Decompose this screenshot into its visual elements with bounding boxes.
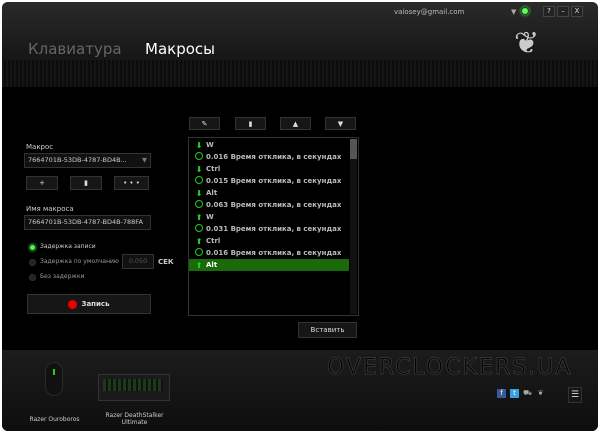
list-item-text: Ctrl xyxy=(206,237,221,245)
list-item-text: 0.016 Время отклика, в секундах xyxy=(206,249,342,257)
radio-no-delay-label: Без задержки xyxy=(40,273,85,280)
list-item[interactable]: 0.031 Время отклика, в секундах xyxy=(189,223,349,235)
radio-default-delay[interactable] xyxy=(29,259,36,266)
radio-record-delay[interactable] xyxy=(29,244,36,251)
key-up-arrow-icon: ⬆ xyxy=(195,236,203,246)
mouse-device-image[interactable] xyxy=(45,362,63,396)
cart-icon[interactable]: ⛟ xyxy=(523,389,532,398)
list-item-text: W xyxy=(206,213,214,221)
clock-icon xyxy=(192,200,206,210)
keyboard-device-image[interactable] xyxy=(98,374,170,401)
list-item[interactable]: 0.063 Время отклика, в секундах xyxy=(189,199,349,211)
delay-input[interactable]: 0.050 xyxy=(122,254,154,269)
delay-unit: СЕК xyxy=(158,258,174,266)
list-item[interactable]: 0.016 Время отклика, в секундах xyxy=(189,247,349,259)
key-down-arrow-icon: ⬇ xyxy=(195,164,203,174)
move-down-button[interactable]: ▼ xyxy=(325,117,356,130)
list-item[interactable]: ⬆ Alt xyxy=(189,259,349,271)
account-email[interactable]: vaiosey@gmail.com xyxy=(394,8,464,16)
macro-name-label: Имя макроса xyxy=(26,205,74,213)
key-down-arrow-icon: ⬇ xyxy=(195,140,203,150)
device-deathstalker-label[interactable]: Razer DeathStalker Ultimate xyxy=(97,412,172,426)
razer-logo-icon: ❦ xyxy=(514,26,540,61)
razer-icon[interactable]: ❦ xyxy=(536,389,545,398)
close-button[interactable]: X xyxy=(571,6,583,17)
list-item[interactable]: ⬆ Ctrl xyxy=(189,235,349,247)
edit-button[interactable]: ✎ xyxy=(189,117,220,130)
scrollbar-thumb[interactable] xyxy=(350,139,357,159)
record-button[interactable]: Запись xyxy=(27,294,151,314)
delete-item-button[interactable]: ▮ xyxy=(235,117,266,130)
macro-select-value: 7664701B-53DB-4787-BD4B... xyxy=(28,156,127,164)
more-options-button[interactable]: • • • xyxy=(114,176,149,190)
list-item-text: 0.016 Время отклика, в секундах xyxy=(206,153,342,161)
macro-select[interactable]: 7664701B-53DB-4787-BD4B... ▼ xyxy=(24,153,151,168)
menu-button[interactable]: ☰ xyxy=(568,387,582,403)
chevron-down-icon: ▼ xyxy=(142,156,147,164)
tab-keyboard[interactable]: Клавиатура xyxy=(28,40,122,58)
radio-default-delay-label: Задержка по умолчанию xyxy=(40,258,119,265)
online-status-icon xyxy=(521,7,529,15)
clock-icon xyxy=(192,248,206,258)
list-item-text: 0.031 Время отклика, в секундах xyxy=(206,225,342,233)
facebook-icon[interactable]: f xyxy=(497,389,506,398)
key-up-arrow-icon: ⬆ xyxy=(195,212,203,222)
macro-panel: Макрос 7664701B-53DB-4787-BD4B... ▼ + ▮ •… xyxy=(2,88,598,350)
clock-icon xyxy=(192,152,206,162)
list-item-text: Alt xyxy=(206,261,218,269)
key-down-arrow-icon: ⬇ xyxy=(195,188,203,198)
minimize-button[interactable]: – xyxy=(557,6,569,17)
list-item[interactable]: ⬇ Ctrl xyxy=(189,163,349,175)
device-ouroboros-label[interactable]: Razer Ouroboros xyxy=(22,416,87,423)
header: vaiosey@gmail.com ▼ ? – X Клавиатура Мак… xyxy=(2,2,598,87)
list-item[interactable]: 0.016 Время отклика, в секундах xyxy=(189,151,349,163)
list-item[interactable]: ⬇ Alt xyxy=(189,187,349,199)
list-item-text: W xyxy=(206,141,214,149)
synapse-window: vaiosey@gmail.com ▼ ? – X Клавиатура Мак… xyxy=(2,2,598,431)
device-bar: OVERCLOCKERS.UA Razer Ouroboros Razer De… xyxy=(2,350,598,431)
insert-button[interactable]: Вставить xyxy=(298,322,357,338)
list-item[interactable]: ⬆ W xyxy=(189,211,349,223)
clock-icon xyxy=(192,224,206,234)
radio-record-delay-label: Задержка записи xyxy=(40,243,96,250)
list-item-text: 0.015 Время отклика, в секундах xyxy=(206,177,342,185)
delete-macro-button[interactable]: ▮ xyxy=(70,176,102,190)
twitter-icon[interactable]: t xyxy=(510,389,519,398)
scrollbar[interactable] xyxy=(350,139,357,314)
radio-no-delay[interactable] xyxy=(29,274,36,281)
add-macro-button[interactable]: + xyxy=(26,176,58,190)
account-dropdown-icon[interactable]: ▼ xyxy=(511,8,516,16)
macro-event-list: ⬇ W 0.016 Время отклика, в секундах ⬇ Ctrl 0.… xyxy=(188,137,359,316)
watermark: OVERCLOCKERS.UA xyxy=(326,355,573,381)
help-button[interactable]: ? xyxy=(543,6,555,17)
list-item[interactable]: 0.015 Время отклика, в секундах xyxy=(189,175,349,187)
list-item-text: Ctrl xyxy=(206,165,221,173)
macro-name-input[interactable]: 7664701B-53DB-4787-BD4B-788FA xyxy=(24,215,151,230)
record-icon xyxy=(68,299,78,309)
list-item-text: 0.063 Время отклика, в секундах xyxy=(206,201,342,209)
tab-macros[interactable]: Макросы xyxy=(145,40,215,58)
macro-label: Макрос xyxy=(26,143,54,151)
record-label: Запись xyxy=(81,300,110,308)
clock-icon xyxy=(192,176,206,186)
key-up-arrow-icon: ⬆ xyxy=(195,260,203,270)
move-up-button[interactable]: ▲ xyxy=(280,117,311,130)
list-item[interactable]: ⬇ W xyxy=(189,139,349,151)
list-item-text: Alt xyxy=(206,189,218,197)
